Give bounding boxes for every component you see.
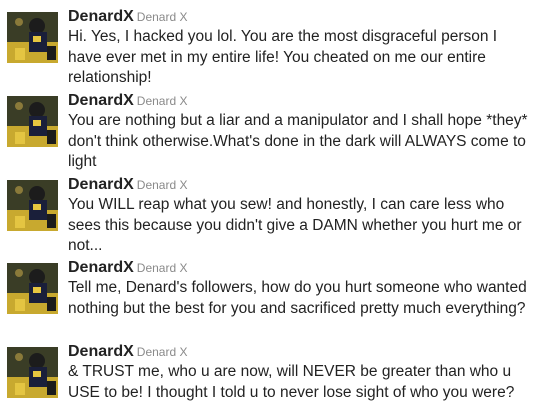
avatar[interactable] [7, 263, 58, 314]
display-name[interactable]: DenardX [68, 176, 134, 193]
display-name[interactable]: DenardX [68, 92, 134, 109]
screen-name[interactable]: Denard X [137, 10, 188, 24]
tweet-text: You are nothing but a liar and a manipul… [68, 112, 528, 170]
display-name[interactable]: DenardX [68, 8, 134, 25]
screen-name[interactable]: Denard X [137, 345, 188, 359]
tweet-header: DenardX Denard X [68, 175, 188, 195]
football-player-avatar-icon [7, 96, 58, 147]
avatar[interactable] [7, 180, 58, 231]
football-player-avatar-icon [7, 347, 58, 398]
tweet-text: You WILL reap what you sew! and honestly… [68, 196, 522, 254]
tweet-header: DenardX Denard X [68, 7, 188, 27]
tweet-header: DenardX Denard X [68, 342, 188, 362]
display-name[interactable]: DenardX [68, 343, 134, 360]
football-player-avatar-icon [7, 180, 58, 231]
football-player-avatar-icon [7, 263, 58, 314]
screen-name[interactable]: Denard X [137, 261, 188, 275]
avatar[interactable] [7, 12, 58, 63]
screen-name[interactable]: Denard X [137, 178, 188, 192]
screen-name[interactable]: Denard X [137, 94, 188, 108]
football-player-avatar-icon [7, 12, 58, 63]
avatar[interactable] [7, 96, 58, 147]
tweet-text: Hi. Yes, I hacked you lol. You are the m… [68, 28, 498, 86]
display-name[interactable]: DenardX [68, 259, 134, 276]
tweet-feed: DenardX Denard X Hi. Yes, I hacked you lo… [0, 0, 539, 409]
avatar[interactable] [7, 347, 58, 398]
tweet-text: Tell me, Denard's followers, how do you … [68, 279, 527, 317]
tweet-header: DenardX Denard X [68, 258, 188, 278]
tweet-header: DenardX Denard X [68, 91, 188, 111]
tweet-text: & TRUST me, who u are now, will NEVER be… [68, 363, 515, 401]
